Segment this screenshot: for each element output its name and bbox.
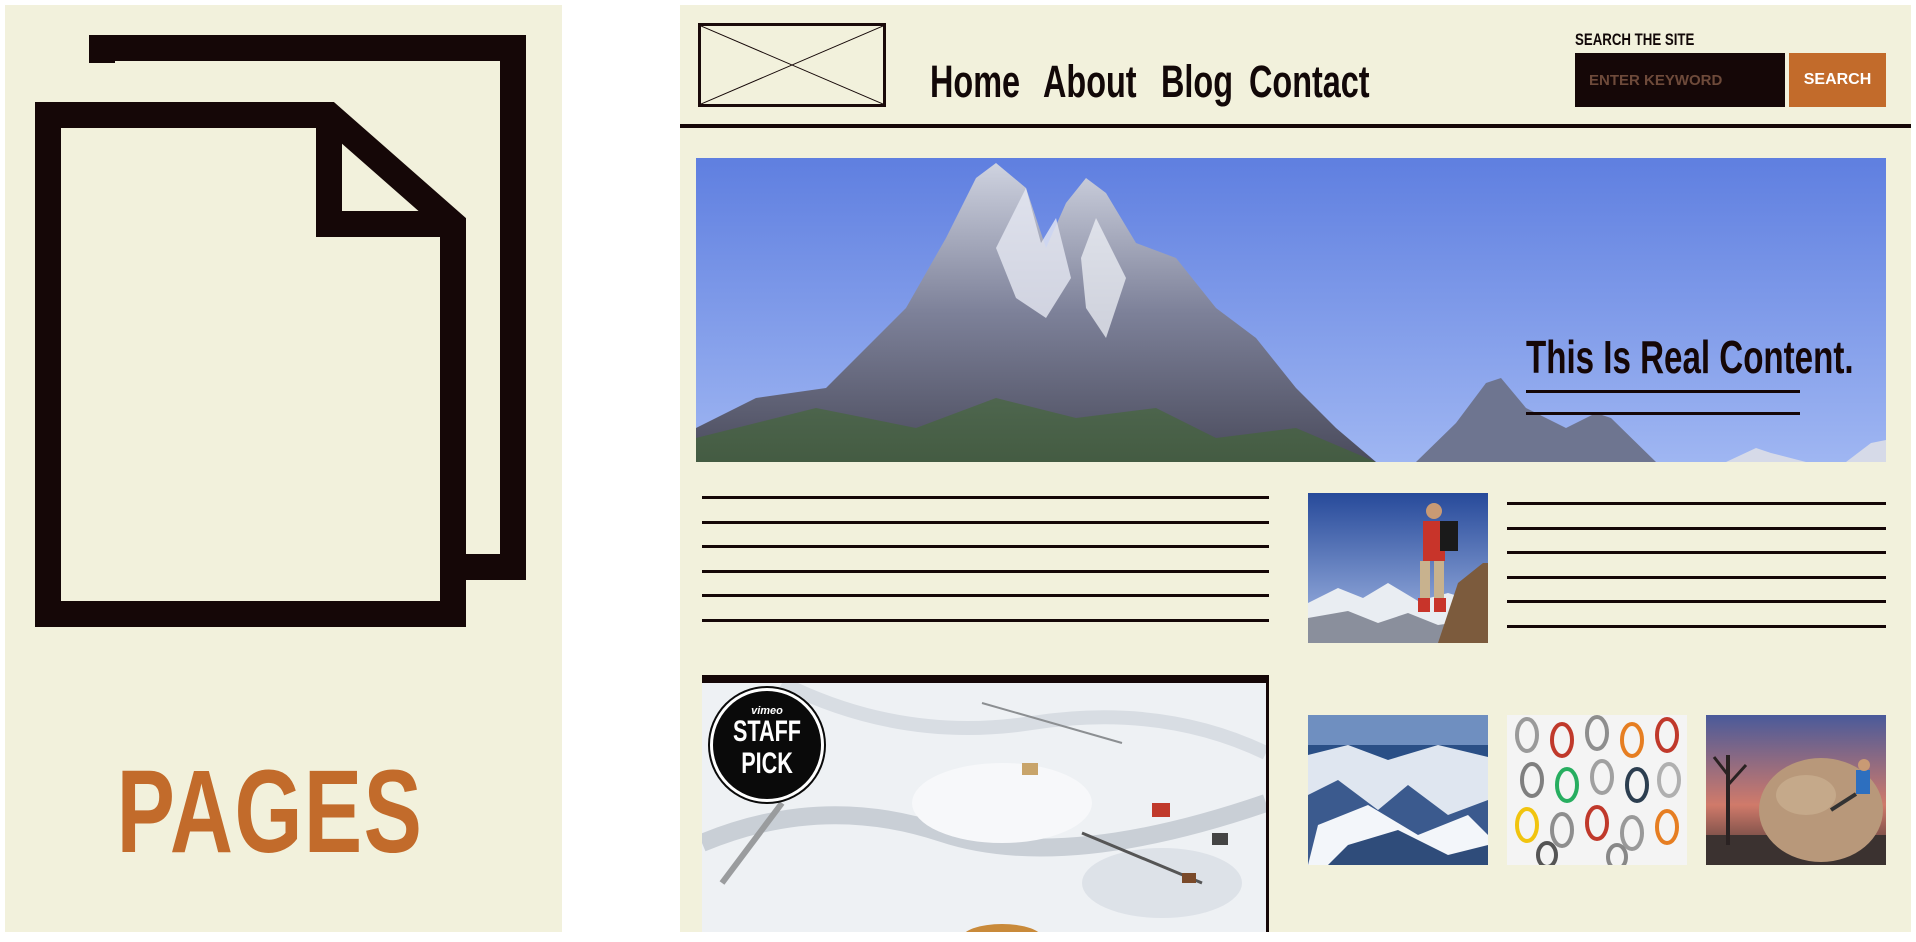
hero-banner: This Is Real Content. bbox=[696, 158, 1886, 462]
hiker-thumbnail[interactable] bbox=[1308, 493, 1488, 643]
body-text-placeholder bbox=[702, 496, 1269, 626]
header-divider bbox=[680, 124, 1911, 128]
video-player[interactable]: vimeo STAFF PICK bbox=[702, 675, 1269, 932]
boulder-climber-thumbnail[interactable] bbox=[1706, 715, 1886, 865]
nav-contact[interactable]: Contact bbox=[1249, 59, 1370, 104]
search-label: SEARCH THE SITE bbox=[1575, 30, 1695, 49]
text-line bbox=[702, 521, 1269, 524]
text-line bbox=[702, 594, 1269, 597]
text-line bbox=[1507, 576, 1886, 579]
hiker-on-summit-image bbox=[1308, 493, 1488, 643]
website-wireframe: Home About Blog Contact SEARCH THE SITE … bbox=[680, 5, 1911, 932]
pages-label: PAGES bbox=[116, 746, 424, 878]
hero-headline: This Is Real Content. bbox=[1526, 331, 1854, 383]
badge-line2: PICK bbox=[741, 747, 793, 780]
text-line bbox=[702, 496, 1269, 499]
text-line bbox=[702, 570, 1269, 573]
sidebar-text-placeholder bbox=[1507, 502, 1886, 632]
main-nav: Home About Blog Contact bbox=[930, 59, 1380, 104]
text-line bbox=[702, 545, 1269, 548]
nav-blog[interactable]: Blog bbox=[1161, 59, 1233, 104]
logo-placeholder[interactable] bbox=[698, 23, 886, 107]
text-line bbox=[1507, 625, 1886, 628]
pages-icon bbox=[35, 35, 526, 627]
pages-panel: PAGES bbox=[5, 5, 562, 932]
text-line bbox=[702, 619, 1269, 622]
hero-rule-2 bbox=[1526, 412, 1800, 415]
badge-line1: STAFF bbox=[733, 715, 801, 748]
search-input[interactable] bbox=[1575, 53, 1785, 107]
text-line bbox=[1507, 502, 1886, 505]
vimeo-staff-pick-badge: vimeo STAFF PICK bbox=[710, 688, 824, 802]
boulder-climber-image bbox=[1706, 715, 1886, 865]
mountain-peaks-image bbox=[696, 158, 1886, 462]
placeholder-x-icon bbox=[700, 25, 884, 105]
snowy-range-image bbox=[1308, 715, 1488, 865]
text-line bbox=[1507, 527, 1886, 530]
nav-home[interactable]: Home bbox=[930, 59, 1020, 104]
nav-about[interactable]: About bbox=[1043, 59, 1137, 104]
search-button[interactable]: SEARCH bbox=[1789, 53, 1886, 107]
text-line bbox=[1507, 551, 1886, 554]
snowy-range-thumbnail[interactable] bbox=[1308, 715, 1488, 865]
carabiners-thumbnail[interactable] bbox=[1507, 715, 1687, 865]
text-line bbox=[1507, 600, 1886, 603]
hero-rule-1 bbox=[1526, 390, 1800, 393]
carabiners-image bbox=[1507, 715, 1687, 865]
